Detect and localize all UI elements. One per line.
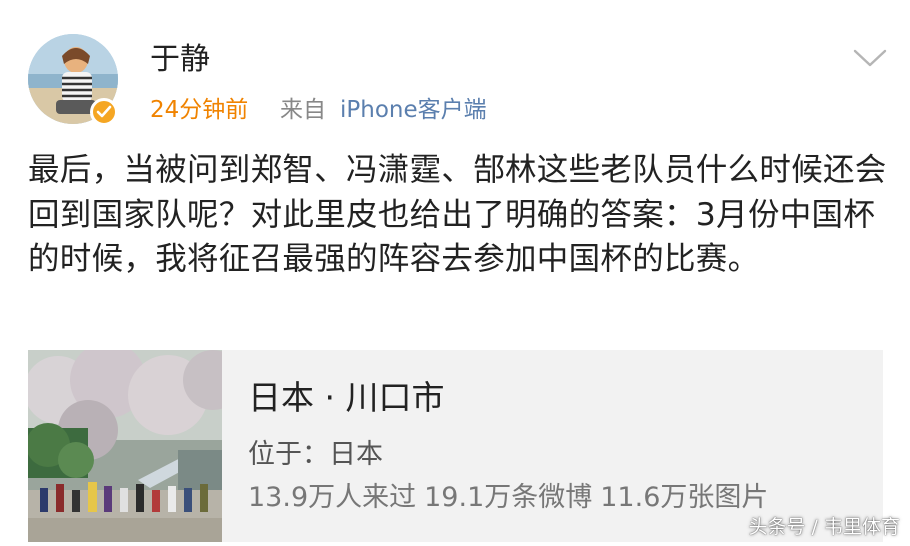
source-prefix: 来自 <box>280 97 326 123</box>
verified-badge-icon <box>90 98 118 126</box>
location-thumbnail <box>28 350 222 542</box>
location-stats: 13.9万人来过 19.1万条微博 11.6万张图片 <box>248 480 776 516</box>
more-options-button[interactable] <box>850 40 890 76</box>
photos-count: 11.6万张图片 <box>600 482 769 513</box>
watermark: 头条号 / 韦里体育 <box>748 516 900 538</box>
weibo-post: 于静 24分钟前 来自 iPhone客户端 最后，当被问到郑智、冯潇霆、郜林这些… <box>0 0 910 546</box>
location-country: 位于：日本 <box>248 439 383 470</box>
visitors-count: 13.9万人来过 <box>248 482 417 513</box>
posts-count: 19.1万条微博 <box>424 482 593 513</box>
chevron-down-icon <box>853 49 887 67</box>
username[interactable]: 于静 <box>150 40 210 80</box>
location-title: 日本 · 川口市 <box>248 378 445 417</box>
source-link[interactable]: iPhone客户端 <box>340 94 487 126</box>
post-time: 24分钟前 <box>150 97 249 123</box>
post-text: 最后，当被问到郑智、冯潇霆、郜林这些老队员什么时候还会回到国家队呢？对此里皮也给… <box>28 152 887 277</box>
